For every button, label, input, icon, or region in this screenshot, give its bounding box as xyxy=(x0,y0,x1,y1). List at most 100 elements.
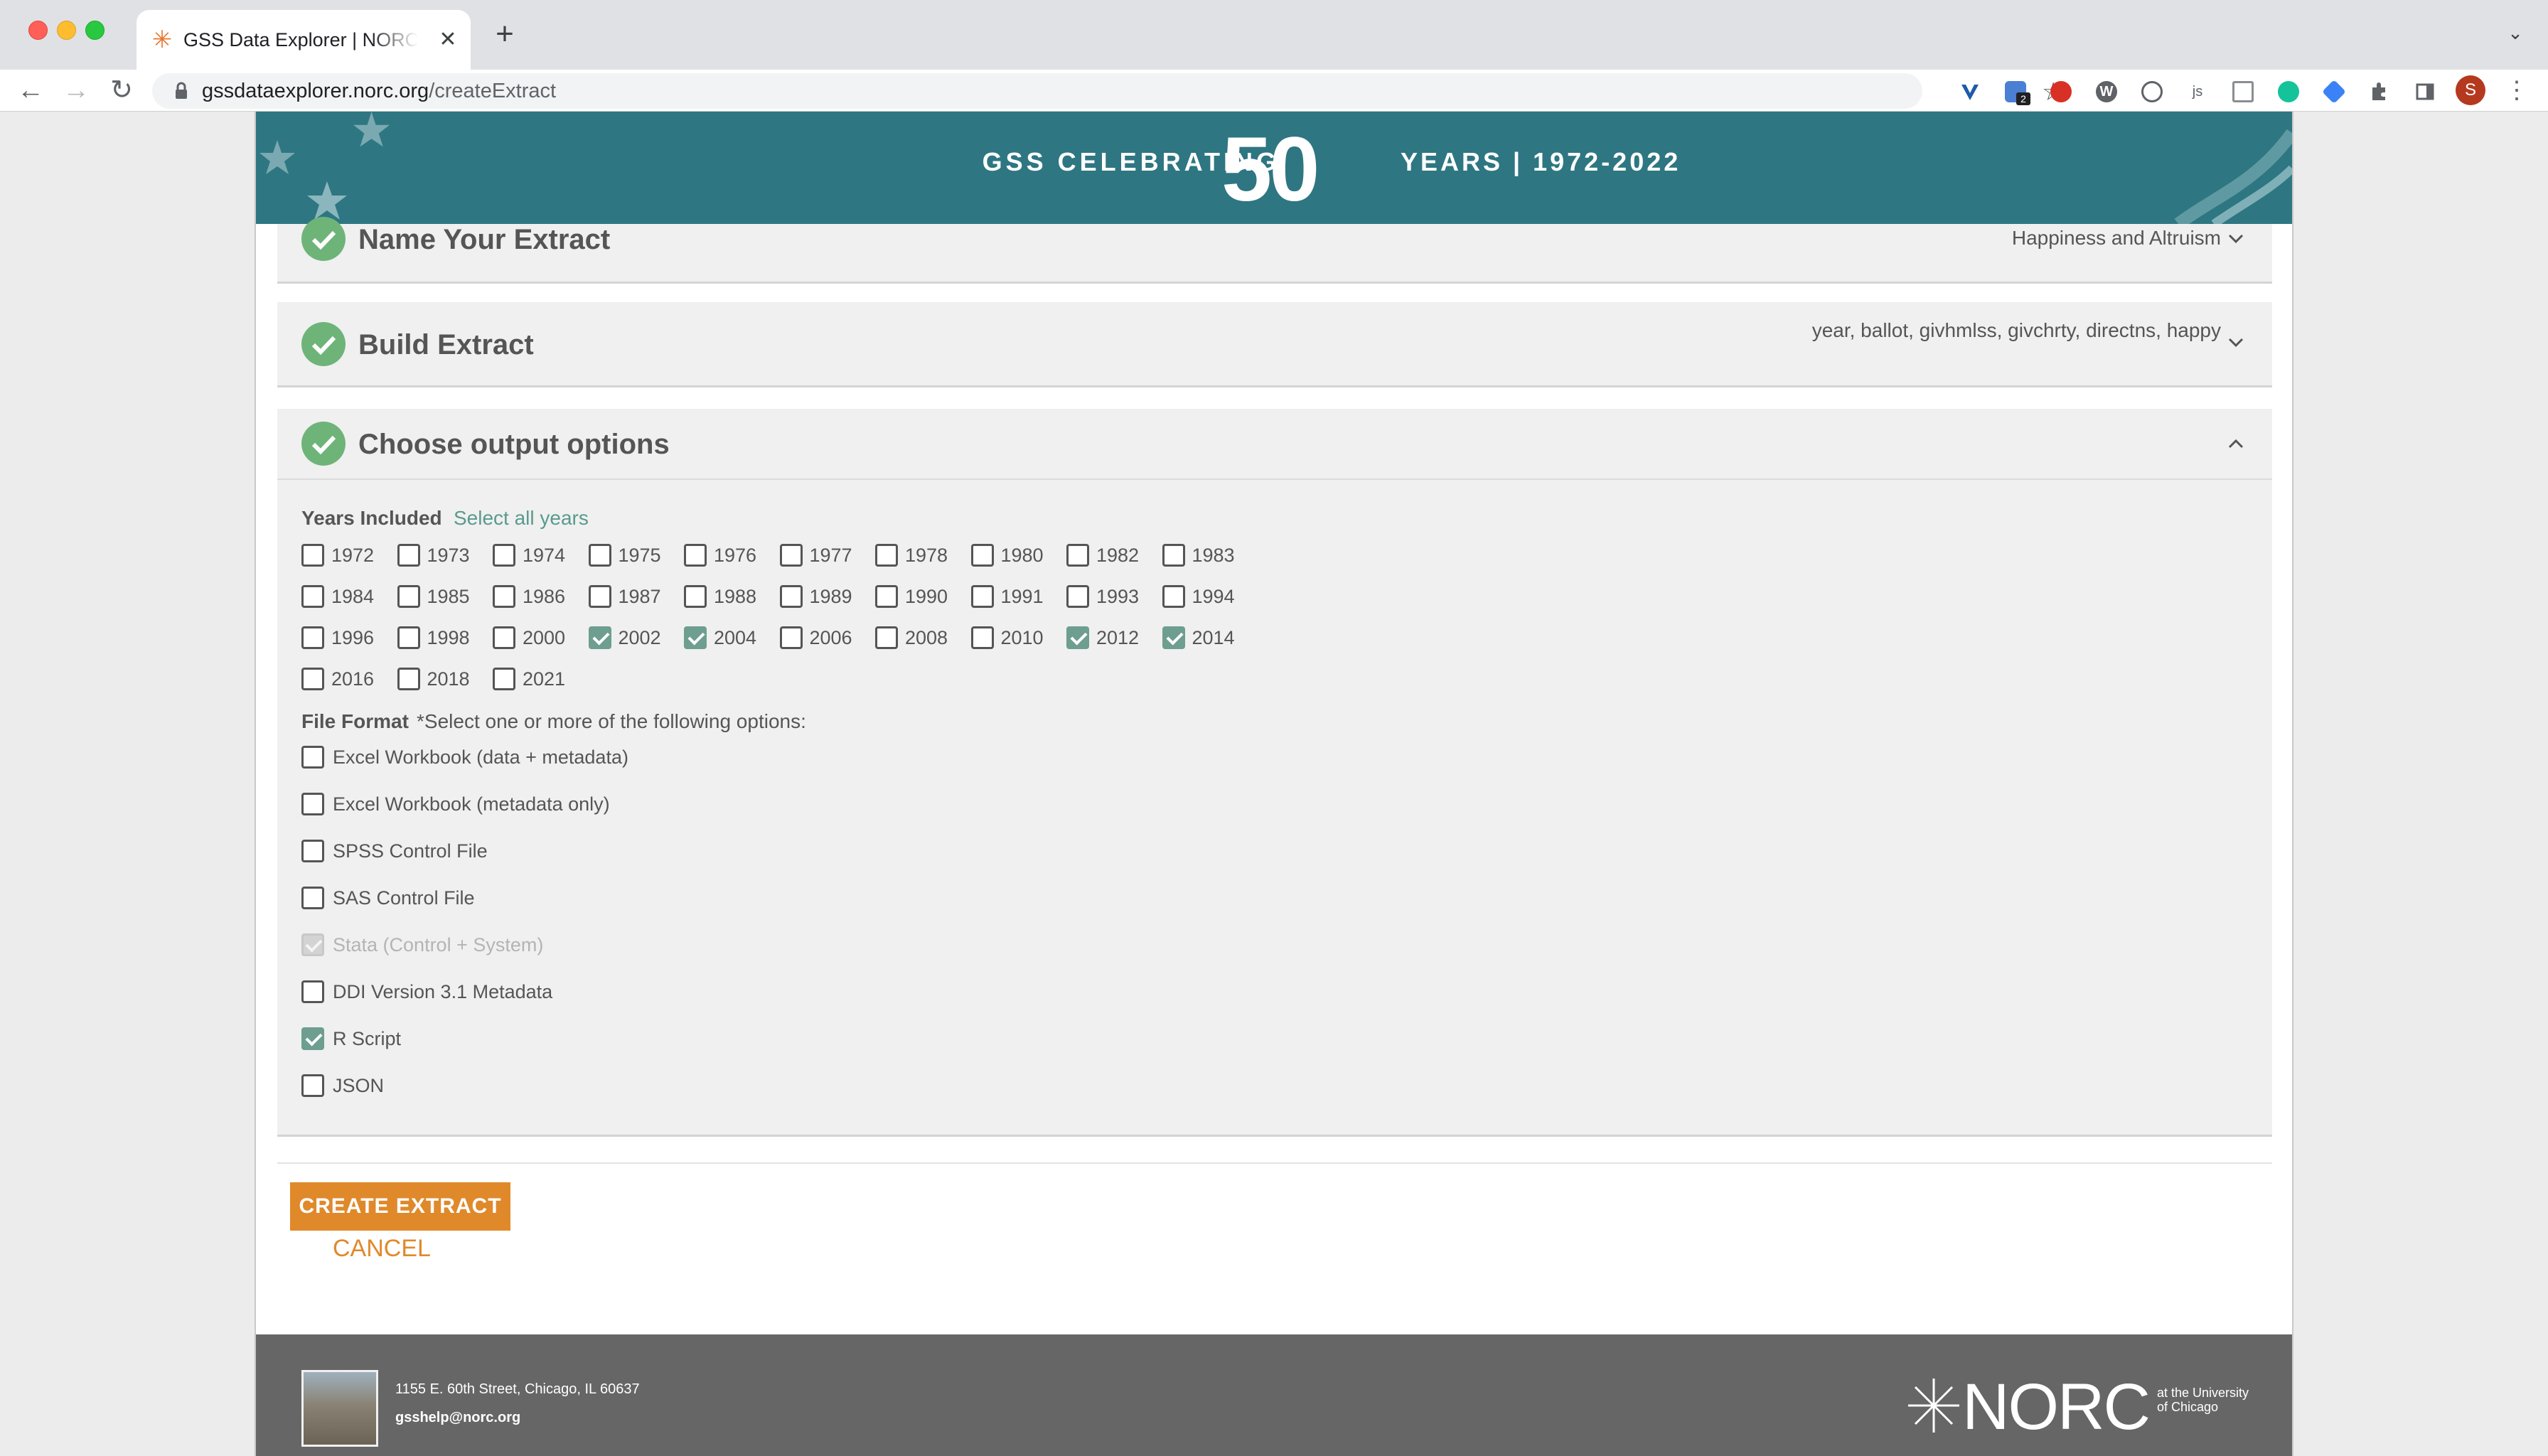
side-panel-icon[interactable] xyxy=(2414,81,2436,102)
checkbox[interactable] xyxy=(493,626,515,649)
year-label: 1980 xyxy=(1000,545,1044,566)
section-build-extract[interactable]: Build Extract year, ballot, givhmlss, gi… xyxy=(277,302,2272,387)
checkbox[interactable] xyxy=(779,585,803,608)
checkbox[interactable] xyxy=(970,544,994,567)
checkbox[interactable] xyxy=(301,887,324,909)
checkbox[interactable] xyxy=(301,1074,324,1097)
checkbox[interactable] xyxy=(588,626,611,649)
year-label: 2014 xyxy=(1192,627,1235,648)
checkbox[interactable] xyxy=(970,626,994,649)
checkbox[interactable] xyxy=(1162,585,1185,608)
address-bar[interactable]: gssdataexplorer.norc.org/createExtract ☆ xyxy=(152,73,2065,109)
tab-close-icon[interactable]: ✕ xyxy=(434,26,462,54)
year-label: 1985 xyxy=(427,586,470,607)
extension-badge-icon[interactable]: 2 xyxy=(2005,81,2030,105)
wordpress-icon[interactable]: W xyxy=(2096,81,2117,102)
new-tab-button[interactable]: + xyxy=(488,17,522,51)
checkbox[interactable] xyxy=(684,626,707,649)
checkbox[interactable] xyxy=(397,626,420,649)
checkbox[interactable] xyxy=(1066,544,1089,567)
profile-avatar[interactable]: S xyxy=(2456,75,2485,105)
cancel-link[interactable]: CANCEL xyxy=(333,1235,431,1263)
checkbox[interactable] xyxy=(493,585,515,608)
checkbox[interactable] xyxy=(684,585,707,608)
reload-icon[interactable]: ↻ xyxy=(104,73,139,108)
year-label: 1991 xyxy=(1000,586,1044,607)
checkbox[interactable] xyxy=(397,544,420,567)
footer-address: 1155 E. 60th Street, Chicago, IL 60637 xyxy=(395,1381,640,1397)
extension-stop-icon[interactable] xyxy=(2050,81,2072,102)
checkbox[interactable] xyxy=(301,980,324,1003)
window-minimize-button[interactable] xyxy=(57,21,76,40)
checkbox[interactable] xyxy=(493,668,515,690)
extension-document-icon[interactable] xyxy=(2232,81,2254,102)
tab-search-chevron-icon[interactable]: ⌄ xyxy=(2501,18,2530,47)
checkbox[interactable] xyxy=(397,668,420,690)
checkbox[interactable] xyxy=(301,1027,324,1050)
norc-logo-text: NORC xyxy=(1962,1371,2151,1443)
checkbox[interactable] xyxy=(588,585,611,608)
norc-logo[interactable]: NORC at the University of Chicago xyxy=(1905,1371,2261,1443)
checkbox[interactable] xyxy=(779,626,803,649)
grammarly-icon[interactable] xyxy=(2278,81,2299,102)
file-format-label: R Script xyxy=(333,1028,402,1049)
browser-tab[interactable]: ✳ GSS Data Explorer | NORC at the Univer… xyxy=(136,10,471,70)
window-maximize-button[interactable] xyxy=(85,21,105,40)
checkbox[interactable] xyxy=(875,585,898,608)
checkbox[interactable] xyxy=(301,544,324,567)
section-title: Choose output options xyxy=(358,429,670,460)
checkbox[interactable] xyxy=(588,544,611,567)
chevron-up-icon[interactable] xyxy=(2225,433,2247,454)
checkbox[interactable] xyxy=(301,585,324,608)
year-label: 1972 xyxy=(331,545,375,566)
year-label: 1989 xyxy=(809,586,852,607)
checkbox[interactable] xyxy=(1162,544,1185,567)
checkbox[interactable] xyxy=(301,840,324,862)
section-summary: year, ballot, givhmlss, givchrty, direct… xyxy=(1811,319,2221,341)
checkbox[interactable] xyxy=(970,585,994,608)
year-label: 1998 xyxy=(427,627,470,648)
footer-email-link[interactable]: gsshelp@norc.org xyxy=(395,1410,520,1426)
file-format-label: Excel Workbook (data + metadata) xyxy=(333,746,628,768)
create-extract-button[interactable]: CREATE EXTRACT xyxy=(290,1182,510,1231)
decorative-swoosh-icon xyxy=(2174,129,2292,224)
year-label: 2012 xyxy=(1096,627,1140,648)
select-all-years-link[interactable]: Select all years xyxy=(454,507,589,530)
year-label: 2006 xyxy=(809,627,852,648)
checkbox[interactable] xyxy=(684,544,707,567)
year-label: 2016 xyxy=(331,668,375,690)
section-header[interactable]: Choose output options xyxy=(277,409,2272,480)
browser-chrome: ✳ GSS Data Explorer | NORC at the Univer… xyxy=(0,0,2548,112)
checkbox[interactable] xyxy=(397,585,420,608)
checkbox[interactable] xyxy=(1066,626,1089,649)
checkbox[interactable] xyxy=(875,626,898,649)
checkbox[interactable] xyxy=(1066,585,1089,608)
checkbox[interactable] xyxy=(301,668,324,690)
extension-v-icon[interactable] xyxy=(1959,81,1981,102)
checkbox[interactable] xyxy=(301,793,324,815)
checkbox[interactable] xyxy=(301,746,324,769)
forward-arrow-icon[interactable]: → xyxy=(58,73,94,108)
extensions-puzzle-icon[interactable] xyxy=(2369,81,2390,102)
checkbox[interactable] xyxy=(779,544,803,567)
extension-circle-icon[interactable] xyxy=(2141,81,2163,102)
section-name-extract[interactable]: Name Your Extract Happiness and Altruism xyxy=(277,217,2272,284)
extension-js-icon[interactable]: js xyxy=(2187,81,2208,102)
extension-badge-count: 2 xyxy=(2016,92,2030,105)
year-label: 1977 xyxy=(809,545,852,566)
checkbox[interactable] xyxy=(301,626,324,649)
year-label: 1990 xyxy=(905,586,948,607)
kebab-menu-icon[interactable]: ⋮ xyxy=(2502,74,2531,107)
back-arrow-icon[interactable]: ← xyxy=(13,73,48,108)
chevron-down-icon[interactable] xyxy=(2225,332,2247,353)
checkbox[interactable] xyxy=(493,544,515,567)
checkbox[interactable] xyxy=(1162,626,1185,649)
window-close-button[interactable] xyxy=(28,21,48,40)
checkbox[interactable] xyxy=(875,544,898,567)
completed-check-icon xyxy=(301,322,346,366)
extension-tag-icon[interactable] xyxy=(2322,80,2346,104)
chevron-down-icon[interactable] xyxy=(2225,228,2247,250)
banner-right-text: YEARS | 1972-2022 xyxy=(1401,147,1681,176)
year-label: 1976 xyxy=(714,545,757,566)
years-included-label: Years Included xyxy=(301,507,442,529)
